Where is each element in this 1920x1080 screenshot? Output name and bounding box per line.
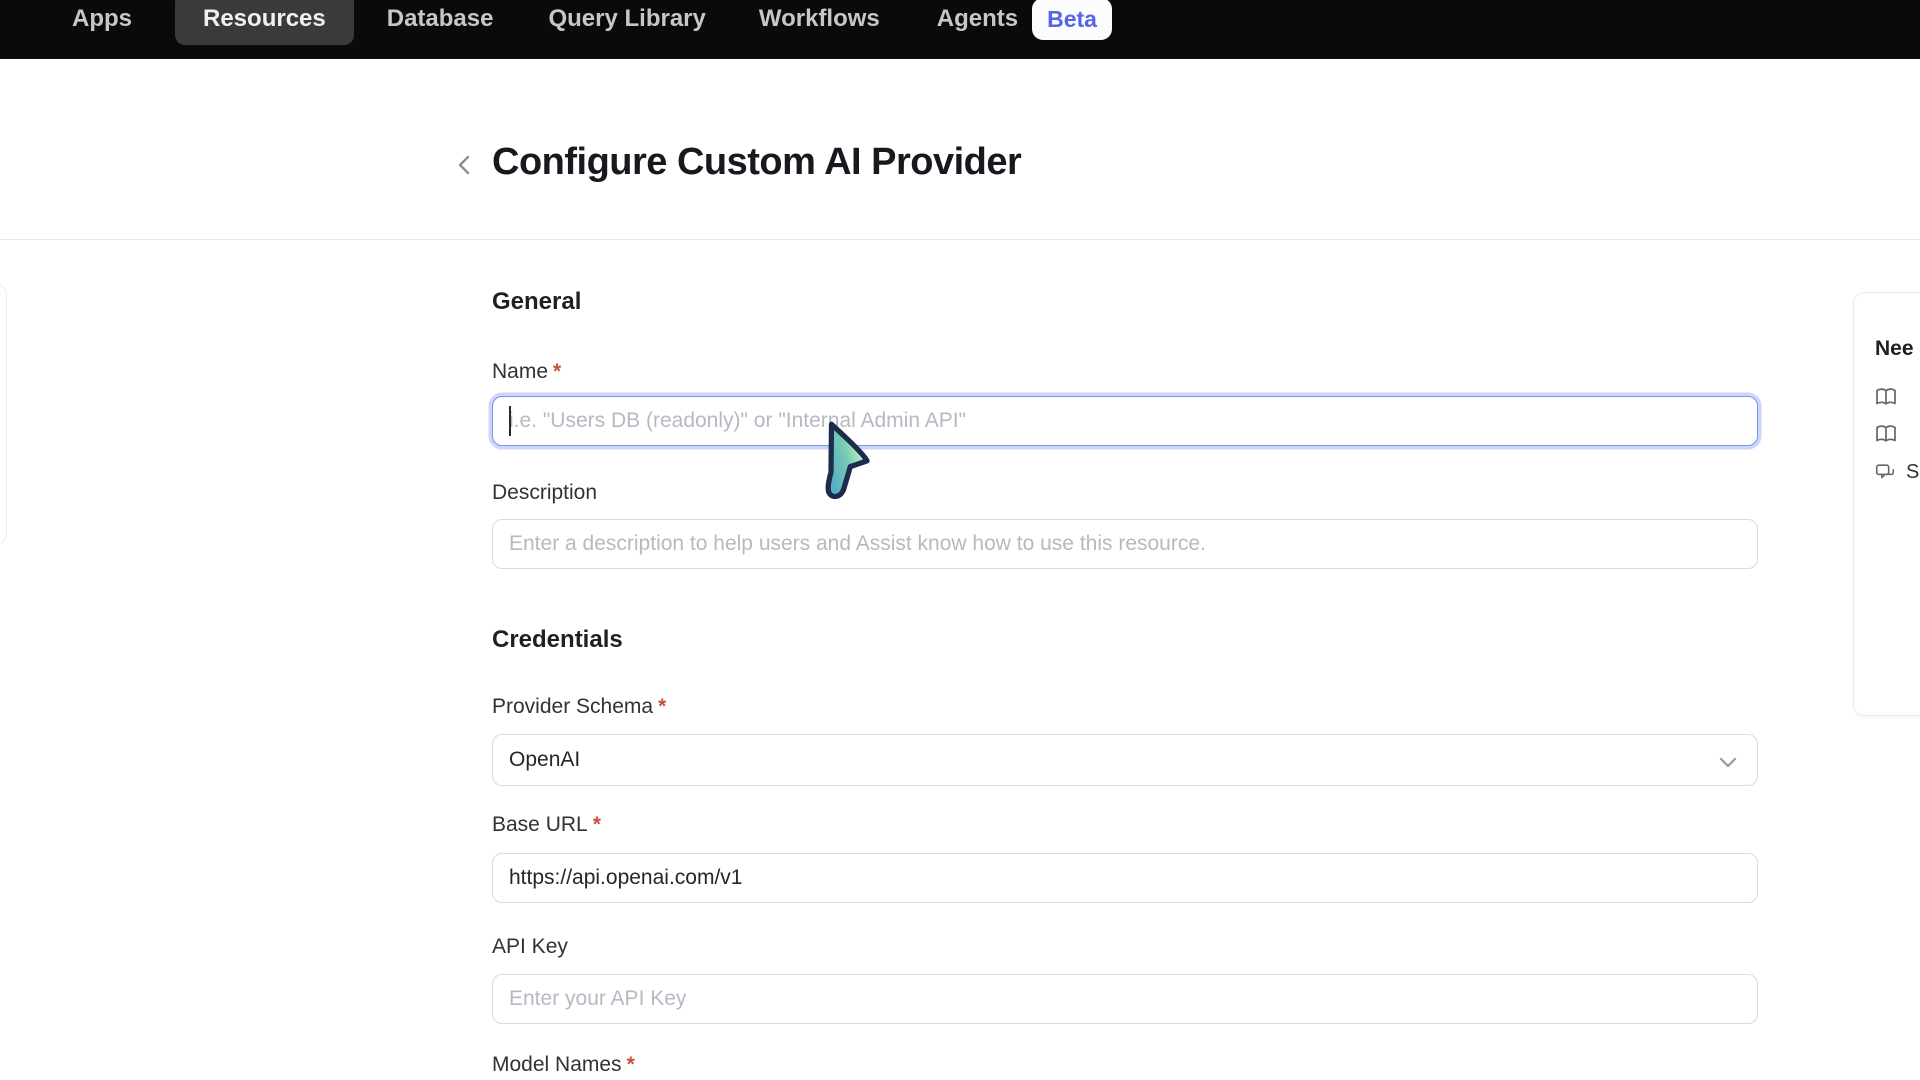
page-title: Configure Custom AI Provider (492, 141, 1021, 184)
name-input[interactable] (492, 396, 1758, 446)
provider-schema-select[interactable]: OpenAI (492, 734, 1758, 786)
header-divider (0, 239, 1920, 240)
nav-item-agents[interactable]: Agents (937, 5, 1018, 33)
help-panel: Nee S (1853, 292, 1920, 716)
name-field-wrap (492, 396, 1758, 448)
top-nav-items: Apps Resources Database Query Library Wo… (0, 0, 1920, 58)
help-link-support[interactable]: S (1874, 461, 1919, 484)
name-label-text: Name (492, 360, 548, 383)
chat-icon (1874, 462, 1896, 484)
required-marker: * (658, 695, 666, 718)
description-input[interactable] (492, 519, 1758, 569)
base-url-input[interactable] (492, 853, 1758, 903)
model-names-label-text: Model Names (492, 1053, 622, 1076)
required-marker: * (627, 1053, 635, 1076)
base-url-label-text: Base URL (492, 813, 588, 836)
help-panel-heading: Nee (1875, 337, 1914, 361)
help-link-docs-1[interactable] (1874, 385, 1908, 409)
provider-schema-value: OpenAI (509, 748, 580, 772)
nav-item-query-library[interactable]: Query Library (548, 5, 705, 33)
left-clipped-card (0, 283, 7, 545)
help-link-label: S (1906, 461, 1919, 484)
description-label: Description (492, 481, 597, 505)
chevron-left-icon (452, 152, 478, 178)
name-label: Name* (492, 360, 561, 384)
chevron-down-icon (1715, 749, 1741, 775)
help-link-docs-2[interactable] (1874, 422, 1908, 446)
page: Apps Resources Database Query Library Wo… (0, 0, 1920, 1080)
back-button[interactable] (450, 149, 480, 181)
nav-item-resources-active[interactable]: Resources (175, 0, 354, 45)
provider-schema-label: Provider Schema* (492, 695, 666, 719)
text-caret (509, 406, 511, 436)
book-icon (1874, 422, 1898, 446)
model-names-label: Model Names* (492, 1053, 635, 1077)
nav-item-workflows[interactable]: Workflows (759, 5, 880, 33)
provider-schema-label-text: Provider Schema (492, 695, 653, 718)
required-marker: * (593, 813, 601, 836)
section-heading-credentials: Credentials (492, 626, 623, 654)
api-key-label: API Key (492, 935, 568, 959)
section-heading-general: General (492, 288, 581, 316)
required-marker: * (553, 360, 561, 383)
top-nav: Apps Resources Database Query Library Wo… (0, 0, 1920, 59)
base-url-label: Base URL* (492, 813, 601, 837)
nav-item-apps[interactable]: Apps (72, 5, 132, 33)
nav-item-database[interactable]: Database (387, 5, 494, 33)
book-icon (1874, 385, 1898, 409)
api-key-input[interactable] (492, 974, 1758, 1024)
beta-badge: Beta (1032, 0, 1112, 40)
